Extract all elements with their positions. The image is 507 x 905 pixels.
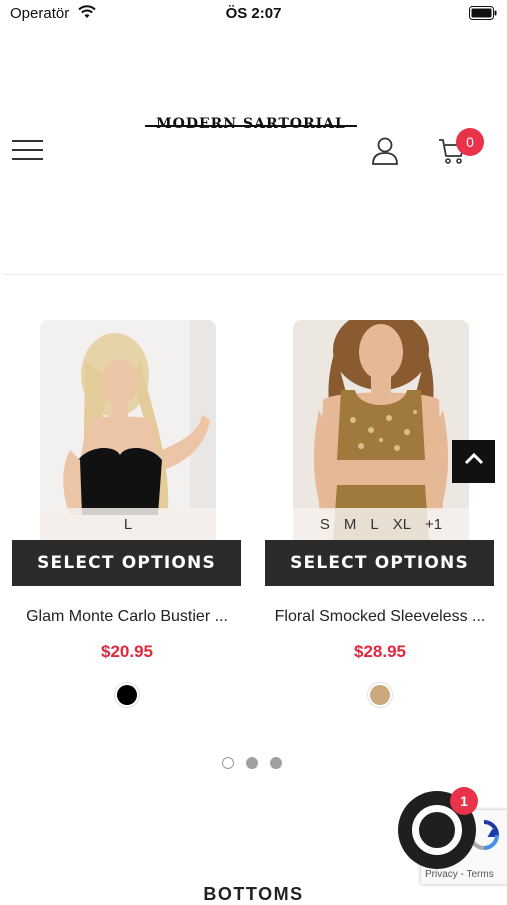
logo-strike-line	[145, 125, 357, 127]
product-name[interactable]: Floral Smocked Sleeveless ...	[265, 608, 495, 626]
battery-icon	[469, 6, 497, 25]
size-label[interactable]: M	[344, 516, 357, 533]
size-label[interactable]: L	[370, 516, 378, 533]
product-card[interactable]: L SELECT OPTIONS Glam Monte Carlo Bustie…	[12, 320, 242, 710]
cart-count-badge: 0	[456, 128, 484, 156]
size-options: S M L XL +1	[293, 508, 469, 540]
status-time: ÖS 2:07	[225, 5, 282, 22]
carousel-pagination	[222, 757, 282, 769]
status-bar: Operatör ÖS 2:07	[0, 0, 507, 28]
pagination-dot[interactable]	[270, 757, 282, 769]
site-logo[interactable]: MODERN SARTORIAL	[145, 116, 357, 132]
product-card[interactable]: S M L XL +1 SELECT OPTIONS Floral Smocke…	[265, 320, 495, 710]
select-options-button[interactable]: SELECT OPTIONS	[12, 540, 241, 586]
header-divider	[4, 274, 504, 275]
product-image[interactable]	[40, 320, 216, 540]
swatch-color-dot	[117, 685, 137, 705]
account-icon[interactable]	[370, 136, 400, 171]
section-title: BOTTOMS	[203, 884, 304, 904]
site-header: MODERN SARTORIAL	[0, 100, 507, 190]
product-price: $28.95	[354, 642, 406, 661]
pagination-dot[interactable]	[246, 757, 258, 769]
chat-bubble-icon	[412, 805, 462, 855]
size-label[interactable]: L	[124, 516, 132, 533]
size-label[interactable]: XL	[393, 516, 411, 533]
product-image[interactable]	[293, 320, 469, 540]
product-name[interactable]: Glam Monte Carlo Bustier ...	[12, 608, 242, 626]
hamburger-menu-icon[interactable]	[12, 138, 44, 167]
size-label[interactable]: S	[320, 516, 330, 533]
size-label[interactable]: +1	[425, 516, 442, 533]
chat-notification-badge: 1	[450, 787, 478, 815]
pagination-dot[interactable]	[222, 757, 234, 769]
scroll-to-top-button[interactable]	[452, 440, 495, 483]
color-swatch[interactable]	[114, 682, 140, 708]
size-options: L	[40, 508, 216, 540]
swatch-color-dot	[370, 685, 390, 705]
select-options-button[interactable]: SELECT OPTIONS	[265, 540, 494, 586]
recaptcha-links[interactable]: Privacy - Terms	[425, 869, 494, 880]
logo-text: MODERN SARTORIAL	[156, 116, 346, 132]
chevron-up-icon	[464, 452, 484, 471]
color-swatch[interactable]	[367, 682, 393, 708]
product-price: $20.95	[101, 642, 153, 661]
